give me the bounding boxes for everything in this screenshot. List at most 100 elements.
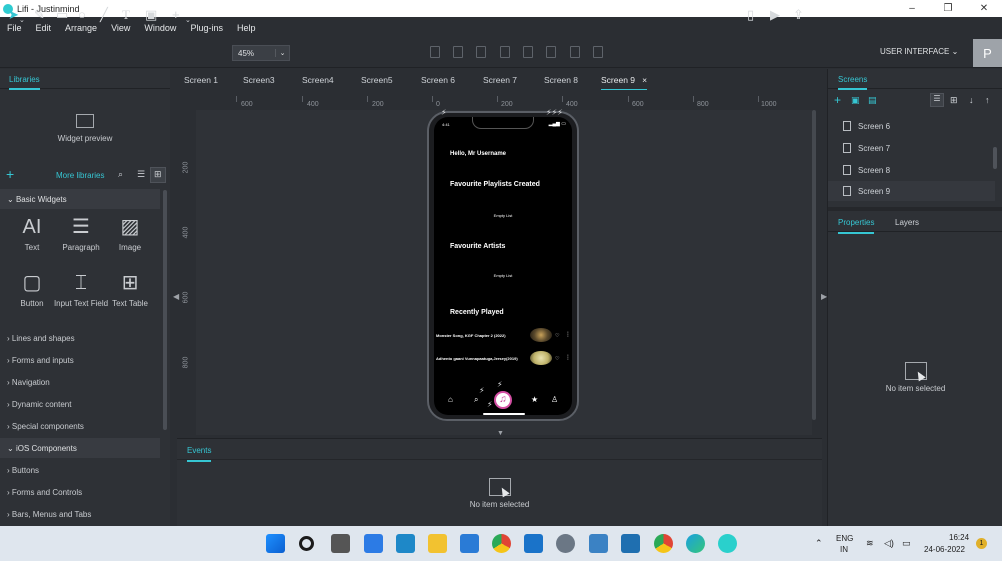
events-tab[interactable]: Events — [187, 446, 212, 462]
distribute-horizontal-icon[interactable] — [593, 46, 603, 58]
list-view-icon[interactable]: ☰ — [930, 93, 944, 107]
tab-screen5[interactable]: Screen5 — [361, 75, 393, 85]
tab-screen-9[interactable]: Screen 9 × — [601, 75, 648, 91]
justinmind-icon[interactable] — [718, 534, 737, 553]
more-options-icon[interactable]: ⋮ — [565, 354, 571, 361]
canvas-scrollbar[interactable] — [812, 110, 816, 420]
libraries-tab[interactable]: Libraries — [9, 75, 40, 90]
category-buttons[interactable]: › Buttons — [7, 466, 39, 475]
tab-screen4[interactable]: Screen4 — [302, 75, 334, 85]
zoom-select[interactable]: 45% ⌄ — [232, 45, 290, 61]
screens-scrollbar[interactable] — [993, 147, 997, 169]
settings-gear-icon[interactable] — [556, 534, 575, 553]
vscode-icon[interactable] — [460, 534, 479, 553]
volume-icon[interactable]: ◁) — [884, 538, 894, 549]
menu-edit[interactable]: Edit — [29, 23, 59, 33]
battery-icon[interactable]: ▭ — [902, 538, 911, 549]
wifi-icon[interactable]: ≋ — [866, 538, 874, 549]
device-preview-icon[interactable]: ▯ — [747, 7, 754, 23]
search-icon[interactable]: ⌕ — [474, 395, 478, 405]
layers-tab[interactable]: Layers — [895, 218, 919, 227]
music-note-button[interactable]: ♫ — [494, 391, 512, 409]
close-window-button[interactable]: ✕ — [966, 3, 1002, 14]
grid-view-button[interactable]: ⊞ — [150, 167, 166, 183]
image-tool-icon[interactable]: ▣ — [145, 7, 157, 23]
tab-screen-8[interactable]: Screen 8 — [544, 75, 578, 85]
photos-icon[interactable] — [621, 534, 640, 553]
publish-upload-icon[interactable]: ⇪ — [793, 7, 804, 23]
category-bars-menus-tabs[interactable]: › Bars, Menus and Tabs — [7, 510, 91, 519]
search-icon[interactable] — [299, 536, 314, 551]
task-view-icon[interactable] — [331, 534, 350, 553]
screen-list-item[interactable]: Screen 9 — [828, 181, 995, 201]
button-widget[interactable]: ▢ Button — [4, 270, 60, 308]
mail-icon[interactable] — [524, 534, 543, 553]
tab-screen-7[interactable]: Screen 7 — [483, 75, 517, 85]
menu-arrange[interactable]: Arrange — [58, 23, 104, 33]
clock-time[interactable]: 16:24 — [949, 533, 969, 542]
simulate-play-icon[interactable]: ▶ — [770, 7, 780, 23]
category-navigation[interactable]: › Navigation — [7, 378, 50, 387]
song-title[interactable]: Monster Song, KGF Chapter 2 (2022) — [436, 333, 506, 338]
minimize-button[interactable]: – — [894, 3, 930, 14]
align-bottom-icon[interactable] — [546, 46, 556, 58]
windows-start-icon[interactable] — [266, 534, 285, 553]
basic-widgets-section[interactable]: ⌄ Basic Widgets — [0, 189, 160, 209]
screen-list-item[interactable]: Screen 6 — [828, 116, 995, 136]
heart-icon[interactable]: ♡ — [555, 356, 559, 362]
song-title[interactable]: Adhento gaani Vunnapaatuga,Jersey(2019) — [436, 356, 518, 361]
align-center-icon[interactable] — [453, 46, 463, 58]
screens-tab[interactable]: Screens — [838, 75, 868, 90]
pen-tool-icon[interactable]: ✎ — [34, 7, 45, 23]
tab-screen3[interactable]: Screen3 — [243, 75, 275, 85]
category-dynamic-content[interactable]: › Dynamic content — [7, 400, 71, 409]
align-top-icon[interactable] — [500, 46, 510, 58]
libraries-scrollbar[interactable] — [163, 190, 167, 430]
category-special-components[interactable]: › Special components — [7, 422, 84, 431]
add-library-icon[interactable]: + — [6, 167, 14, 181]
image-widget[interactable]: ▨ Image — [102, 214, 158, 252]
profile-icon[interactable]: ♙ — [551, 395, 558, 404]
paragraph-widget[interactable]: ☰ Paragraph — [53, 214, 109, 252]
edge-icon[interactable] — [686, 534, 705, 553]
input-text-field-widget[interactable]: ⌶ Input Text Field — [53, 270, 109, 308]
align-left-icon[interactable] — [430, 46, 440, 58]
star-icon[interactable]: ★ — [531, 395, 538, 404]
add-screen-icon[interactable]: + — [834, 93, 841, 107]
monitor-app-icon[interactable] — [396, 534, 415, 553]
add-template-icon[interactable]: ▣ — [851, 95, 860, 106]
align-right-icon[interactable] — [476, 46, 486, 58]
collapse-bottom-panel-icon[interactable]: ▼ — [497, 430, 504, 437]
user-interface-switch[interactable]: USER INTERFACE ⌄ — [880, 47, 958, 56]
app-icon[interactable] — [589, 534, 608, 553]
tab-screen-6[interactable]: Screen 6 — [421, 75, 455, 85]
chevron-up-icon[interactable]: ⌃ — [815, 538, 823, 549]
rectangle-tool-icon[interactable]: ▭ — [56, 7, 68, 23]
more-options-icon[interactable]: ⋮ — [565, 331, 571, 338]
language-indicator[interactable]: ENG — [836, 534, 853, 543]
phone-screen[interactable]: 4:41 ▂▄▆ ▭ Hello, Mr Username Favourite … — [434, 117, 572, 415]
text-widget[interactable]: AI Text — [4, 214, 60, 252]
line-tool-icon[interactable]: ╱ — [100, 7, 108, 23]
search-icon[interactable]: ⌕ — [118, 169, 123, 180]
select-tool-icon[interactable]: ➤ — [8, 7, 19, 23]
phone-mockup[interactable]: 4:41 ▂▄▆ ▭ Hello, Mr Username Favourite … — [427, 111, 579, 421]
category-forms-and-inputs[interactable]: › Forms and inputs — [7, 356, 74, 365]
maximize-button[interactable]: ❐ — [930, 3, 966, 14]
heart-icon[interactable]: ♡ — [555, 333, 559, 339]
grid-view-icon[interactable]: ⊞ — [950, 95, 958, 106]
collapse-left-panel-icon[interactable]: ◀ — [173, 292, 179, 301]
ellipse-tool-icon[interactable]: ○ — [78, 7, 86, 23]
screen-list-item[interactable]: Screen 8 — [828, 160, 995, 180]
add-folder-icon[interactable]: ▤ — [868, 95, 877, 106]
category-forms-and-controls[interactable]: › Forms and Controls — [7, 488, 82, 497]
select-tool-caret-icon[interactable]: ⌄ — [19, 13, 25, 29]
add-tool-caret-icon[interactable]: ⌄ — [185, 13, 191, 29]
category-lines-and-shapes[interactable]: › Lines and shapes — [7, 334, 75, 343]
more-libraries-link[interactable]: More libraries — [56, 171, 104, 180]
screen-list-item[interactable]: Screen 7 — [828, 138, 995, 158]
text-table-widget[interactable]: ⊞ Text Table — [102, 270, 158, 308]
home-icon[interactable]: ⌂ — [448, 395, 453, 404]
widgets-icon[interactable] — [364, 534, 383, 553]
close-tab-icon[interactable]: × — [642, 75, 647, 85]
